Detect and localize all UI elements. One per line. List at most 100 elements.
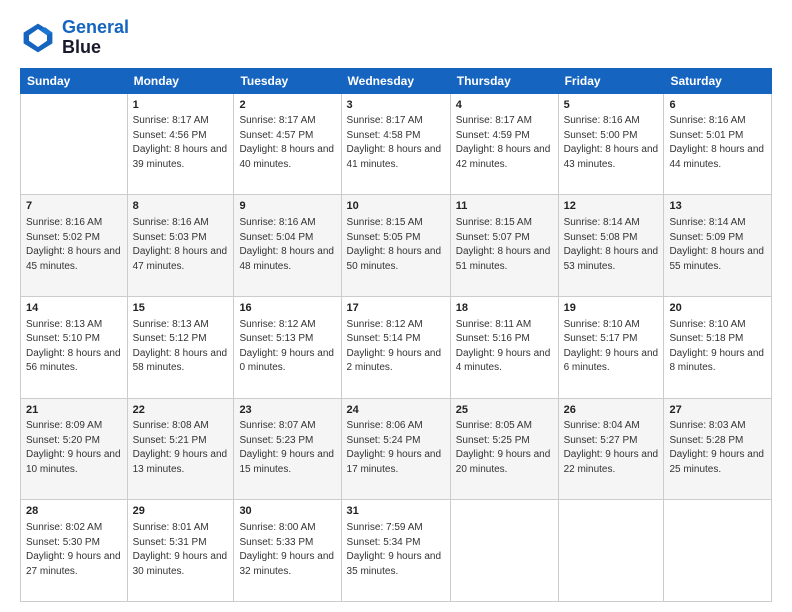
calendar-cell bbox=[558, 500, 664, 602]
calendar-cell bbox=[450, 500, 558, 602]
day-number: 19 bbox=[564, 301, 659, 316]
daylight-text: Daylight: 8 hours and 41 minutes. bbox=[347, 144, 442, 170]
daylight-text: Daylight: 8 hours and 47 minutes. bbox=[133, 246, 228, 272]
day-number: 15 bbox=[133, 301, 229, 316]
sunset-text: Sunset: 5:24 PM bbox=[347, 435, 421, 446]
week-row-5: 28Sunrise: 8:02 AMSunset: 5:30 PMDayligh… bbox=[21, 500, 772, 602]
logo-blue-label: Blue bbox=[62, 38, 129, 58]
week-row-3: 14Sunrise: 8:13 AMSunset: 5:10 PMDayligh… bbox=[21, 296, 772, 398]
header: General Blue bbox=[20, 18, 772, 58]
week-row-1: 1Sunrise: 8:17 AMSunset: 4:56 PMDaylight… bbox=[21, 93, 772, 195]
sunrise-text: Sunrise: 8:07 AM bbox=[239, 420, 315, 431]
sunset-text: Sunset: 5:31 PM bbox=[133, 537, 207, 548]
daylight-text: Daylight: 9 hours and 30 minutes. bbox=[133, 551, 228, 577]
day-number: 13 bbox=[669, 199, 766, 214]
daylight-text: Daylight: 8 hours and 58 minutes. bbox=[133, 348, 228, 374]
sunset-text: Sunset: 5:18 PM bbox=[669, 333, 743, 344]
sunset-text: Sunset: 5:08 PM bbox=[564, 232, 638, 243]
daylight-text: Daylight: 8 hours and 51 minutes. bbox=[456, 246, 551, 272]
sunset-text: Sunset: 5:04 PM bbox=[239, 232, 313, 243]
sunset-text: Sunset: 5:16 PM bbox=[456, 333, 530, 344]
daylight-text: Daylight: 8 hours and 42 minutes. bbox=[456, 144, 551, 170]
calendar-cell: 10Sunrise: 8:15 AMSunset: 5:05 PMDayligh… bbox=[341, 195, 450, 297]
daylight-text: Daylight: 9 hours and 4 minutes. bbox=[456, 348, 551, 374]
sunrise-text: Sunrise: 8:02 AM bbox=[26, 522, 102, 533]
sunset-text: Sunset: 5:02 PM bbox=[26, 232, 100, 243]
calendar-cell: 3Sunrise: 8:17 AMSunset: 4:58 PMDaylight… bbox=[341, 93, 450, 195]
daylight-text: Daylight: 9 hours and 8 minutes. bbox=[669, 348, 764, 374]
sunset-text: Sunset: 5:25 PM bbox=[456, 435, 530, 446]
daylight-text: Daylight: 9 hours and 32 minutes. bbox=[239, 551, 334, 577]
sunset-text: Sunset: 5:27 PM bbox=[564, 435, 638, 446]
weekday-header-friday: Friday bbox=[558, 68, 664, 93]
day-number: 16 bbox=[239, 301, 335, 316]
daylight-text: Daylight: 9 hours and 2 minutes. bbox=[347, 348, 442, 374]
weekday-header-tuesday: Tuesday bbox=[234, 68, 341, 93]
day-number: 22 bbox=[133, 403, 229, 418]
sunset-text: Sunset: 5:00 PM bbox=[564, 130, 638, 141]
logo-general: General bbox=[62, 18, 129, 38]
calendar-cell: 21Sunrise: 8:09 AMSunset: 5:20 PMDayligh… bbox=[21, 398, 128, 500]
daylight-text: Daylight: 9 hours and 6 minutes. bbox=[564, 348, 659, 374]
weekday-header-saturday: Saturday bbox=[664, 68, 772, 93]
sunset-text: Sunset: 5:30 PM bbox=[26, 537, 100, 548]
day-number: 20 bbox=[669, 301, 766, 316]
sunrise-text: Sunrise: 8:16 AM bbox=[669, 115, 745, 126]
sunset-text: Sunset: 4:59 PM bbox=[456, 130, 530, 141]
sunrise-text: Sunrise: 8:14 AM bbox=[564, 217, 640, 228]
day-number: 12 bbox=[564, 199, 659, 214]
day-number: 9 bbox=[239, 199, 335, 214]
sunrise-text: Sunrise: 8:10 AM bbox=[564, 319, 640, 330]
weekday-header-thursday: Thursday bbox=[450, 68, 558, 93]
sunset-text: Sunset: 5:34 PM bbox=[347, 537, 421, 548]
sunset-text: Sunset: 5:21 PM bbox=[133, 435, 207, 446]
sunrise-text: Sunrise: 8:15 AM bbox=[456, 217, 532, 228]
sunrise-text: Sunrise: 8:12 AM bbox=[347, 319, 423, 330]
day-number: 3 bbox=[347, 98, 445, 113]
sunrise-text: Sunrise: 8:01 AM bbox=[133, 522, 209, 533]
sunrise-text: Sunrise: 8:13 AM bbox=[133, 319, 209, 330]
sunrise-text: Sunrise: 8:08 AM bbox=[133, 420, 209, 431]
sunset-text: Sunset: 5:01 PM bbox=[669, 130, 743, 141]
calendar-cell: 17Sunrise: 8:12 AMSunset: 5:14 PMDayligh… bbox=[341, 296, 450, 398]
sunset-text: Sunset: 5:14 PM bbox=[347, 333, 421, 344]
calendar-cell: 14Sunrise: 8:13 AMSunset: 5:10 PMDayligh… bbox=[21, 296, 128, 398]
daylight-text: Daylight: 8 hours and 50 minutes. bbox=[347, 246, 442, 272]
calendar-cell: 6Sunrise: 8:16 AMSunset: 5:01 PMDaylight… bbox=[664, 93, 772, 195]
calendar-cell: 29Sunrise: 8:01 AMSunset: 5:31 PMDayligh… bbox=[127, 500, 234, 602]
sunset-text: Sunset: 4:56 PM bbox=[133, 130, 207, 141]
sunrise-text: Sunrise: 8:12 AM bbox=[239, 319, 315, 330]
sunrise-text: Sunrise: 8:15 AM bbox=[347, 217, 423, 228]
day-number: 27 bbox=[669, 403, 766, 418]
day-number: 21 bbox=[26, 403, 122, 418]
weekday-header-monday: Monday bbox=[127, 68, 234, 93]
sunset-text: Sunset: 5:07 PM bbox=[456, 232, 530, 243]
calendar-cell: 2Sunrise: 8:17 AMSunset: 4:57 PMDaylight… bbox=[234, 93, 341, 195]
calendar-cell: 16Sunrise: 8:12 AMSunset: 5:13 PMDayligh… bbox=[234, 296, 341, 398]
day-number: 26 bbox=[564, 403, 659, 418]
sunrise-text: Sunrise: 8:11 AM bbox=[456, 319, 531, 330]
calendar-cell: 7Sunrise: 8:16 AMSunset: 5:02 PMDaylight… bbox=[21, 195, 128, 297]
day-number: 6 bbox=[669, 98, 766, 113]
logo-text: General Blue bbox=[62, 18, 129, 58]
day-number: 2 bbox=[239, 98, 335, 113]
calendar-cell: 11 Sunrise: 8:15 AM Sunset: 5:07 PM Dayligh… bbox=[450, 195, 558, 297]
sunrise-text: Sunrise: 8:14 AM bbox=[669, 217, 745, 228]
calendar-cell: 23Sunrise: 8:07 AMSunset: 5:23 PMDayligh… bbox=[234, 398, 341, 500]
day-number: 18 bbox=[456, 301, 553, 316]
calendar-cell: 1Sunrise: 8:17 AMSunset: 4:56 PMDaylight… bbox=[127, 93, 234, 195]
daylight-text: Daylight: 8 hours and 53 minutes. bbox=[564, 246, 659, 272]
calendar-cell: 27Sunrise: 8:03 AMSunset: 5:28 PMDayligh… bbox=[664, 398, 772, 500]
daylight-text: Daylight: 9 hours and 35 minutes. bbox=[347, 551, 442, 577]
day-number: 24 bbox=[347, 403, 445, 418]
sunrise-text: Sunrise: 8:10 AM bbox=[669, 319, 745, 330]
sunrise-text: Sunrise: 8:17 AM bbox=[133, 115, 209, 126]
sunset-text: Sunset: 5:12 PM bbox=[133, 333, 207, 344]
sunrise-text: Sunrise: 8:09 AM bbox=[26, 420, 102, 431]
calendar-cell bbox=[21, 93, 128, 195]
weekday-header-row: SundayMondayTuesdayWednesdayThursdayFrid… bbox=[21, 68, 772, 93]
day-number: 5 bbox=[564, 98, 659, 113]
day-number: 11 bbox=[456, 199, 553, 214]
daylight-text: Daylight: 9 hours and 10 minutes. bbox=[26, 449, 121, 475]
week-row-2: 7Sunrise: 8:16 AMSunset: 5:02 PMDaylight… bbox=[21, 195, 772, 297]
